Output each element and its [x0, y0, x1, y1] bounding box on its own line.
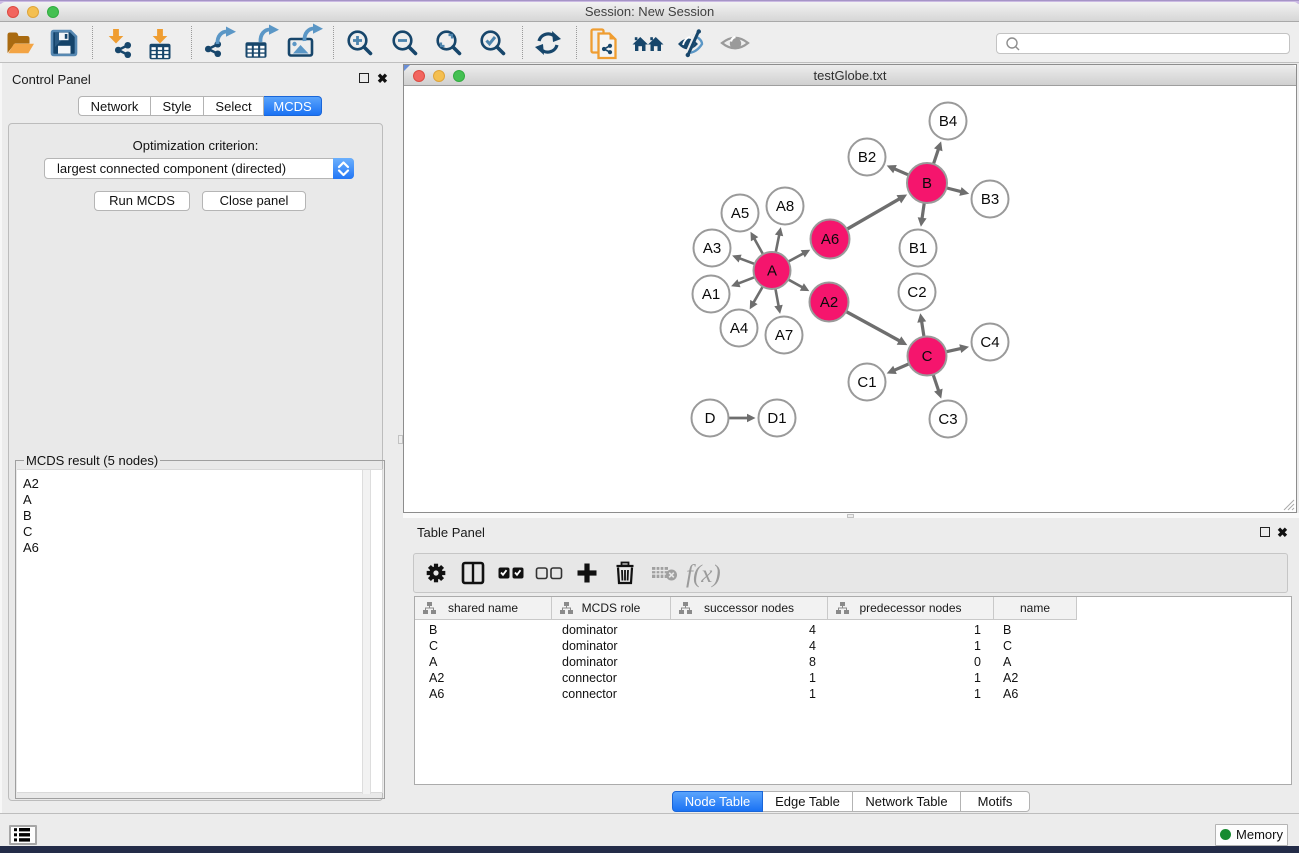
svg-text:C: C [922, 348, 933, 365]
svg-text:A6: A6 [821, 231, 839, 248]
svg-text:A: A [767, 263, 777, 280]
svg-text:B2: B2 [858, 149, 876, 166]
svg-text:D1: D1 [767, 410, 786, 427]
svg-text:B4: B4 [939, 113, 957, 130]
svg-text:A2: A2 [820, 294, 838, 311]
svg-text:C4: C4 [980, 334, 999, 351]
svg-text:C3: C3 [938, 411, 957, 428]
svg-text:B: B [922, 175, 932, 192]
svg-text:D: D [705, 410, 716, 427]
svg-text:C1: C1 [857, 374, 876, 391]
svg-text:B3: B3 [981, 191, 999, 208]
svg-text:B1: B1 [909, 240, 927, 257]
svg-text:A8: A8 [776, 198, 794, 215]
svg-text:A5: A5 [731, 205, 749, 222]
svg-text:A4: A4 [730, 320, 748, 337]
svg-text:f(x): f(x) [686, 561, 721, 588]
svg-text:A7: A7 [775, 327, 793, 344]
svg-text:A1: A1 [702, 286, 720, 303]
svg-text:A3: A3 [703, 240, 721, 257]
svg-text:C2: C2 [907, 284, 926, 301]
